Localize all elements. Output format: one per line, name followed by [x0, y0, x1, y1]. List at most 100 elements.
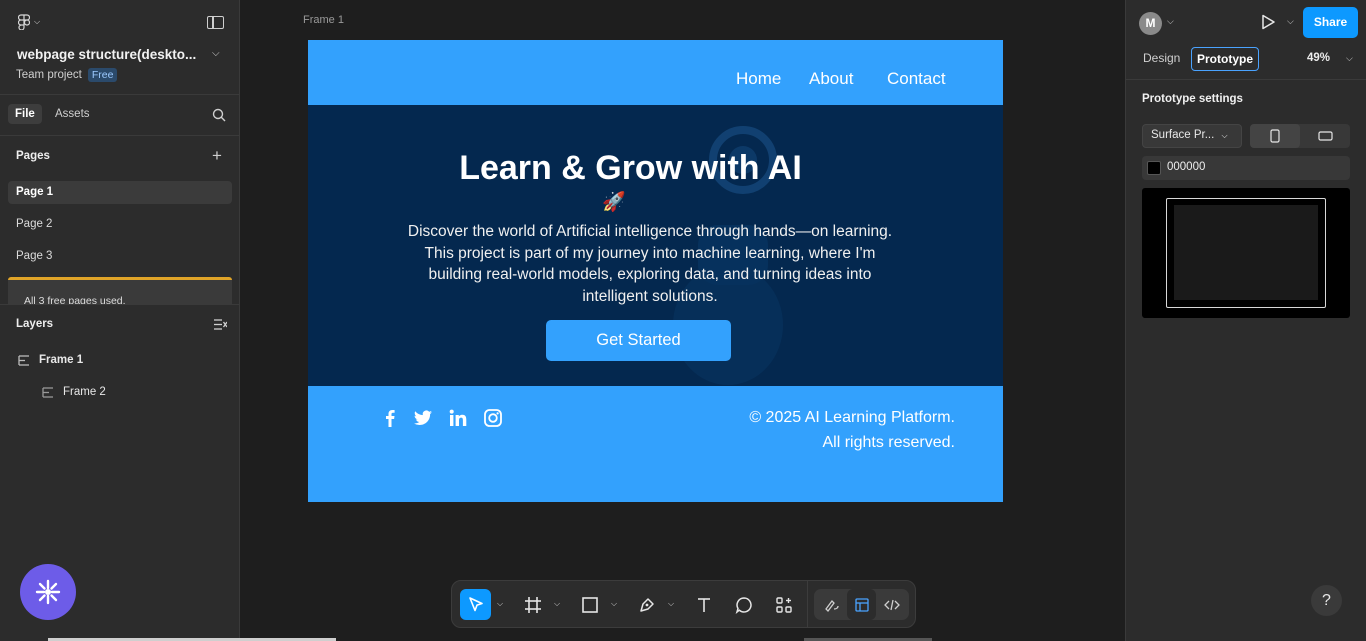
help-button[interactable]: ?	[1311, 585, 1342, 616]
left-panel: ⌵ webpage structure(deskto... ⌵ Team pro…	[0, 0, 240, 641]
chevron-down-icon[interactable]: ⌵	[668, 599, 674, 609]
rocket-icon: 🚀	[602, 192, 626, 213]
sparkle-icon	[35, 579, 61, 605]
right-panel: M ⌵ ⌵ Share Design Prototype 49% ⌵ Proto…	[1125, 0, 1366, 641]
draw-icon	[824, 599, 839, 612]
device-preview	[1142, 188, 1350, 318]
collapse-layers-icon[interactable]	[214, 318, 227, 331]
cursor-icon	[468, 596, 483, 611]
chevron-down-icon[interactable]: ⌵	[611, 599, 617, 609]
comment-icon	[735, 596, 752, 614]
landscape-icon	[1318, 131, 1333, 141]
divider	[807, 581, 808, 627]
landscape-button[interactable]	[1300, 124, 1350, 148]
ai-assistant-button[interactable]	[20, 564, 76, 620]
get-started-button[interactable]: Get Started	[546, 320, 731, 361]
nav-home[interactable]: Home	[736, 69, 781, 89]
figma-logo-icon	[18, 14, 30, 30]
chevron-down-icon[interactable]: ⌵	[554, 599, 560, 609]
chevron-down-icon[interactable]: ⌵	[212, 48, 220, 59]
text-tool-button[interactable]	[688, 589, 719, 620]
background-color-field[interactable]: 000000	[1142, 156, 1350, 180]
design-canvas[interactable]: Frame 1 Home About Contact Learn & Grow …	[241, 0, 1125, 641]
linkedin-icon[interactable]	[448, 408, 468, 428]
layer-item[interactable]: Frame 1	[18, 354, 83, 366]
add-page-icon[interactable]: +	[212, 147, 222, 164]
pages-limit-notice: All 3 free pages used.	[8, 277, 232, 304]
layer-item[interactable]: Frame 2	[42, 386, 106, 398]
copyright-line-2: All rights reserved.	[822, 433, 956, 451]
chevron-down-icon: ⌵	[1221, 131, 1228, 140]
components-icon	[775, 596, 792, 613]
share-button[interactable]: Share	[1303, 7, 1358, 38]
portrait-button[interactable]	[1250, 124, 1300, 148]
draw-mode-button[interactable]	[817, 589, 846, 620]
nav-contact[interactable]: Contact	[887, 69, 946, 89]
device-value: Surface Pr...	[1151, 129, 1215, 141]
color-hex-value[interactable]: 000000	[1167, 161, 1205, 173]
figma-app: ⌵ webpage structure(deskto... ⌵ Team pro…	[0, 0, 1366, 641]
shape-tool-button[interactable]	[574, 589, 605, 620]
hero-title[interactable]: Learn & Grow with AI	[308, 149, 953, 188]
device-select[interactable]: Surface Pr... ⌵	[1142, 124, 1242, 148]
chevron-down-icon: ⌵	[34, 17, 41, 26]
twitter-icon[interactable]	[413, 408, 433, 428]
device-frame	[1166, 198, 1326, 308]
pages-heading: Pages	[16, 150, 50, 162]
tab-design[interactable]: Design	[1138, 47, 1185, 69]
rectangle-icon	[581, 596, 598, 613]
chevron-down-icon[interactable]: ⌵	[1167, 16, 1174, 27]
hero-description[interactable]: Discover the world of Artificial intelli…	[400, 221, 900, 307]
tab-assets[interactable]: Assets	[48, 104, 97, 124]
comment-tool-button[interactable]	[728, 589, 759, 620]
avatar[interactable]: M	[1139, 12, 1162, 35]
pen-icon	[639, 597, 654, 612]
pen-tool-button[interactable]	[631, 589, 662, 620]
tab-file[interactable]: File	[8, 104, 42, 124]
team-label: Team project	[16, 69, 82, 81]
zoom-level[interactable]: 49%	[1307, 52, 1330, 64]
move-tool-button[interactable]	[460, 589, 491, 620]
page-item[interactable]: Page 1	[8, 181, 232, 204]
mode-switcher	[814, 589, 909, 620]
instagram-icon[interactable]	[483, 408, 503, 428]
search-icon[interactable]	[212, 108, 226, 122]
frame-layer-icon	[42, 386, 53, 398]
frame-layer-icon	[18, 354, 29, 366]
design-mode-icon	[854, 597, 869, 612]
site-footer[interactable]: © 2025 AI Learning Platform. All rights …	[308, 386, 1003, 502]
chevron-down-icon[interactable]: ⌵	[1346, 53, 1353, 64]
device-screen	[1174, 205, 1318, 300]
tab-prototype[interactable]: Prototype	[1191, 47, 1260, 71]
toggle-ui-icon[interactable]	[207, 16, 224, 29]
bottom-toolbar: ⌵ ⌵ ⌵ ⌵	[451, 580, 916, 628]
nav-about[interactable]: About	[809, 69, 853, 89]
page-item[interactable]: Page 3	[8, 245, 232, 268]
hero-section[interactable]: Learn & Grow with AI 🚀 Discover the worl…	[308, 105, 1003, 386]
divider	[1126, 79, 1366, 80]
text-icon	[697, 597, 710, 612]
color-swatch[interactable]	[1147, 161, 1161, 175]
plan-badge: Free	[87, 68, 118, 82]
facebook-icon[interactable]	[380, 408, 400, 428]
notice-text: All 3 free pages used.	[24, 295, 126, 304]
code-icon	[883, 599, 900, 610]
frame-1[interactable]: Home About Contact Learn & Grow with AI …	[308, 40, 1003, 502]
chevron-down-icon[interactable]: ⌵	[1287, 16, 1294, 27]
frame-label[interactable]: Frame 1	[303, 14, 344, 26]
layer-name: Frame 1	[39, 354, 84, 366]
main-menu-button[interactable]: ⌵	[18, 14, 40, 30]
portrait-icon	[1270, 129, 1280, 143]
copyright-line-1: © 2025 AI Learning Platform.	[749, 409, 955, 426]
design-mode-button[interactable]	[847, 589, 876, 620]
copyright-text[interactable]: © 2025 AI Learning Platform. All rights …	[658, 406, 955, 455]
project-title[interactable]: webpage structure(deskto...	[17, 47, 196, 62]
actions-button[interactable]	[768, 589, 799, 620]
present-play-icon[interactable]	[1260, 14, 1276, 30]
prototype-settings-heading: Prototype settings	[1142, 93, 1243, 105]
frame-tool-button[interactable]	[517, 589, 548, 620]
site-header[interactable]: Home About Contact	[308, 40, 1003, 105]
page-item[interactable]: Page 2	[8, 213, 232, 236]
dev-mode-button[interactable]	[877, 589, 906, 620]
chevron-down-icon[interactable]: ⌵	[497, 599, 503, 609]
